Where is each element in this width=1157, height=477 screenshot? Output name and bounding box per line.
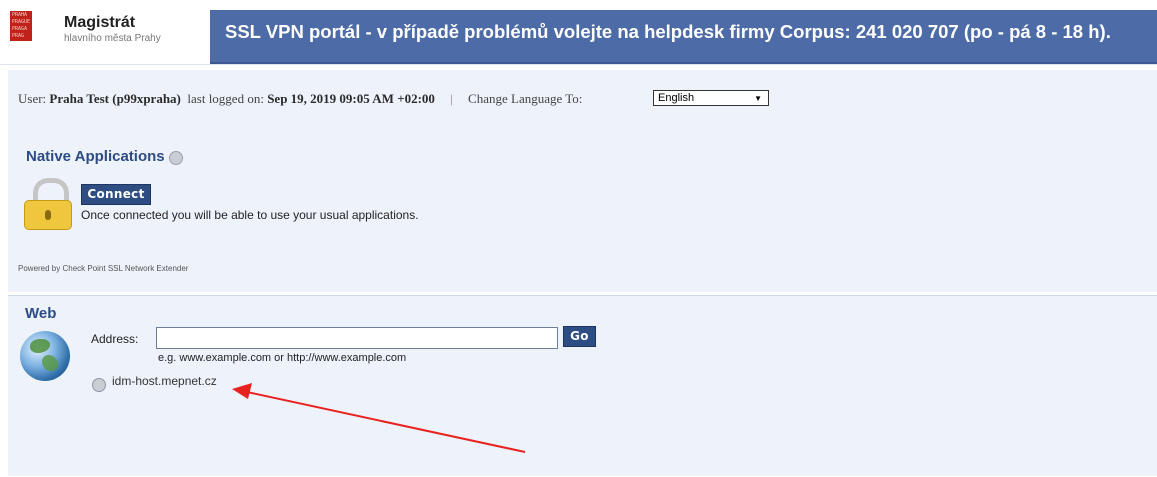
logo-area: PRAHA PRAGUE PRAGA PRAG Magistrát hlavní… [0, 0, 210, 62]
logo-subtitle: hlavního města Prahy [64, 33, 161, 44]
language-label: Change Language To: [468, 91, 583, 106]
web-panel: Web Address: Go e.g. www.example.com or … [8, 295, 1157, 476]
language-select[interactable]: English ▼ [653, 90, 769, 106]
native-applications-title: Native Applications [26, 148, 165, 165]
web-title: Web [25, 305, 57, 322]
user-name: Praha Test (p99xpraha) [49, 91, 181, 106]
title-banner: SSL VPN portál - v případě problémů vole… [210, 10, 1157, 64]
lock-icon [24, 178, 72, 230]
globe-bookmark-icon [92, 378, 106, 392]
go-button[interactable]: Go [563, 326, 596, 347]
connect-description: Once connected you will be able to use y… [81, 208, 419, 222]
separator: | [450, 91, 453, 106]
logo-text-line: PRAHA [12, 12, 28, 18]
address-example: e.g. www.example.com or http://www.examp… [158, 352, 407, 364]
user-info-line: User: Praha Test (p99xpraha) last logged… [18, 91, 582, 107]
banner-text: SSL VPN portál - v případě problémů vole… [225, 21, 1111, 42]
logo-text-line: PRAGUE [12, 19, 31, 25]
divider [0, 64, 1157, 65]
header: PRAHA PRAGUE PRAGA PRAG Magistrát hlavní… [0, 0, 1157, 64]
native-applications-panel: User: Praha Test (p99xpraha) last logged… [8, 70, 1157, 292]
globe-icon [20, 331, 70, 381]
last-logged-value: Sep 19, 2019 09:05 AM +02:00 [267, 91, 435, 106]
logo-text-line: PRAG [12, 33, 25, 39]
address-label: Address: [91, 332, 139, 346]
praha-logo-icon: PRAHA PRAGUE PRAGA PRAG [10, 11, 32, 41]
language-selected-value: English [658, 92, 695, 104]
logo-text-line: PRAGA [12, 26, 28, 32]
powered-by-text: Powered by Check Point SSL Network Exten… [18, 264, 189, 273]
info-icon[interactable] [169, 151, 183, 165]
address-input[interactable] [156, 327, 558, 349]
logo-title: Magistrát [64, 14, 136, 31]
bookmark-link[interactable]: idm-host.mepnet.cz [112, 374, 217, 388]
user-label: User: [18, 91, 47, 106]
chevron-down-icon: ▼ [754, 94, 762, 103]
connect-button[interactable]: Connect [81, 184, 151, 205]
last-logged-label: last logged on: [187, 91, 264, 106]
